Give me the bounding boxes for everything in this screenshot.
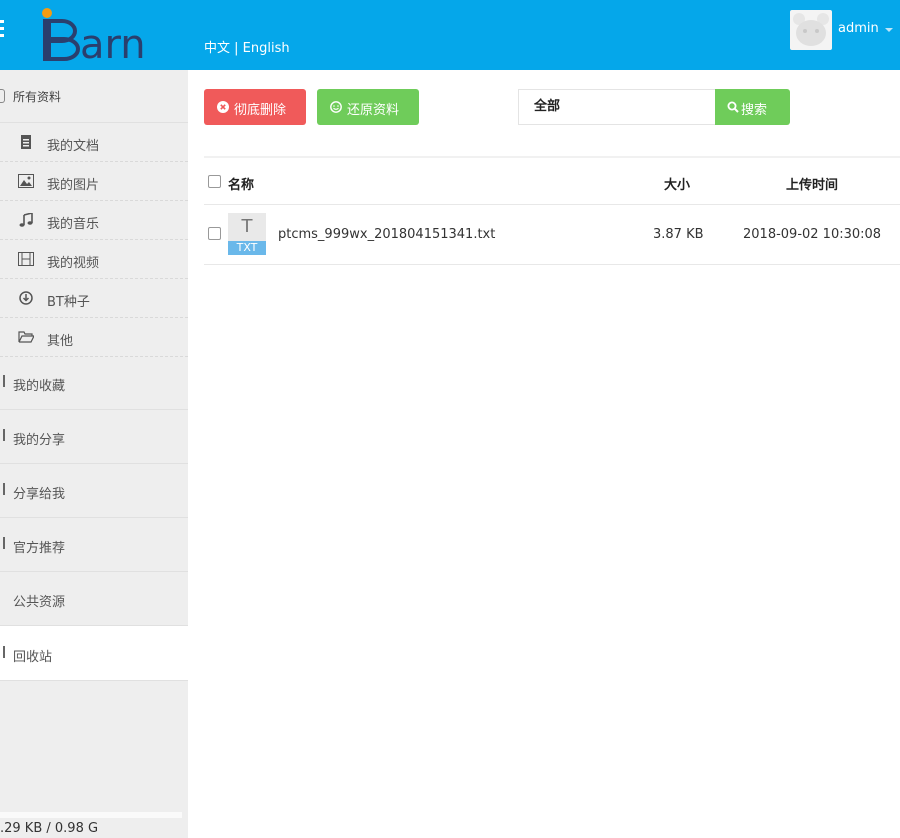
lang-zh-link[interactable]: 中文 [204, 41, 230, 56]
button-label: 还原资料 [347, 103, 400, 118]
lang-separator: | [230, 41, 243, 56]
search-icon [727, 101, 739, 113]
sidebar-item-documents[interactable]: 我的文档 [0, 123, 188, 162]
search-input[interactable] [575, 89, 728, 125]
sidebar-item-label: 分享给我 [13, 487, 66, 502]
sidebar-item-bt[interactable]: BT种子 [0, 279, 188, 318]
select-all-checkbox[interactable] [208, 175, 221, 188]
trash-icon [0, 646, 5, 658]
table-row[interactable]: T TXT ptcms_999wx_201804151341.txt 3.87 … [204, 205, 900, 265]
ibarn-logo[interactable]: arn [40, 4, 160, 66]
sidebar-item-recycle-bin[interactable]: 回收站 [0, 626, 188, 681]
sidebar-item-label: 我的视频 [47, 256, 100, 271]
star-icon [0, 375, 5, 387]
document-icon [21, 135, 31, 149]
sidebar-item-shared-with-me[interactable]: 分享给我 [0, 463, 188, 518]
restore-button[interactable]: 还原资料 [317, 89, 419, 125]
sidebar-item-images[interactable]: 我的图片 [0, 162, 188, 201]
sidebar-item-recommended[interactable]: 官方推荐 [0, 517, 188, 572]
thumbs-up-icon [0, 537, 5, 549]
lang-en-link[interactable]: English [243, 41, 290, 56]
storage-usage: .29 KB / 0.98 G [0, 821, 99, 836]
avatar[interactable] [790, 10, 832, 50]
button-label: 搜索 [741, 103, 768, 118]
cloud-icon [0, 89, 5, 103]
image-icon [18, 174, 34, 188]
sidebar: 所有资料 我的文档 我的图片 我的音乐 我的视频 BT种子 其他 我的收藏 我的… [0, 70, 188, 838]
sidebar-item-label: 我的文档 [47, 139, 100, 154]
txt-file-icon: T TXT [228, 213, 266, 255]
storage-progress-bar [0, 812, 182, 818]
close-circle-icon [217, 101, 229, 113]
sidebar-item-music[interactable]: 我的音乐 [0, 201, 188, 240]
menu-toggle-icon[interactable] [0, 20, 8, 42]
file-name[interactable]: ptcms_999wx_201804151341.txt [278, 227, 495, 242]
sidebar-item-label: 其他 [47, 334, 74, 349]
language-switcher: 中文 | English [204, 37, 290, 56]
sidebar-item-favorites[interactable]: 我的收藏 [0, 355, 188, 410]
search-scope-select[interactable]: 全部 [518, 89, 576, 125]
sidebar-item-label: 我的图片 [47, 178, 100, 193]
sidebar-item-label: 回收站 [13, 650, 53, 665]
sidebar-item-label: 我的音乐 [47, 217, 100, 232]
smile-icon [330, 101, 342, 113]
folder-open-icon [18, 331, 34, 343]
sidebar-item-my-shares[interactable]: 我的分享 [0, 409, 188, 464]
svg-text:arn: arn [80, 22, 146, 66]
music-icon [19, 213, 33, 227]
sidebar-item-label: 公共资源 [13, 595, 66, 610]
file-upload-time: 2018-09-02 10:30:08 [743, 227, 882, 242]
sidebar-item-label: 我的收藏 [13, 379, 66, 394]
search-button[interactable]: 搜索 [715, 89, 790, 125]
sidebar-item-other[interactable]: 其他 [0, 318, 188, 357]
column-size-header[interactable]: 大小 [664, 174, 690, 193]
sidebar-item-public[interactable]: 公共资源 [0, 571, 188, 626]
file-type-label: TXT [228, 241, 266, 255]
sidebar-item-label: 所有资料 [13, 90, 62, 104]
sidebar-item-label: BT种子 [47, 295, 90, 310]
sidebar-item-label: 官方推荐 [13, 541, 66, 556]
row-checkbox[interactable] [208, 227, 221, 240]
film-icon [18, 252, 34, 266]
permanent-delete-button[interactable]: 彻底删除 [204, 89, 306, 125]
search-group: 全部 搜索 [518, 89, 790, 125]
top-header: arn 中文 | English admin [0, 0, 900, 70]
chevron-down-icon[interactable] [885, 28, 893, 32]
column-name-header[interactable]: 名称 [228, 174, 254, 193]
sidebar-item-videos[interactable]: 我的视频 [0, 240, 188, 279]
sidebar-item-label: 我的分享 [13, 433, 66, 448]
sidebar-item-all-files[interactable]: 所有资料 [0, 70, 188, 123]
file-size: 3.87 KB [653, 227, 704, 242]
button-label: 彻底删除 [234, 103, 287, 118]
share-icon [0, 429, 5, 441]
globe-icon [0, 591, 3, 603]
download-icon [0, 483, 5, 495]
download-circle-icon [19, 291, 33, 305]
bear-avatar-icon [793, 13, 829, 46]
file-type-letter: T [241, 216, 253, 237]
username[interactable]: admin [838, 21, 879, 36]
file-table-header: 名称 大小 上传时间 [204, 158, 900, 205]
column-time-header[interactable]: 上传时间 [786, 174, 838, 193]
